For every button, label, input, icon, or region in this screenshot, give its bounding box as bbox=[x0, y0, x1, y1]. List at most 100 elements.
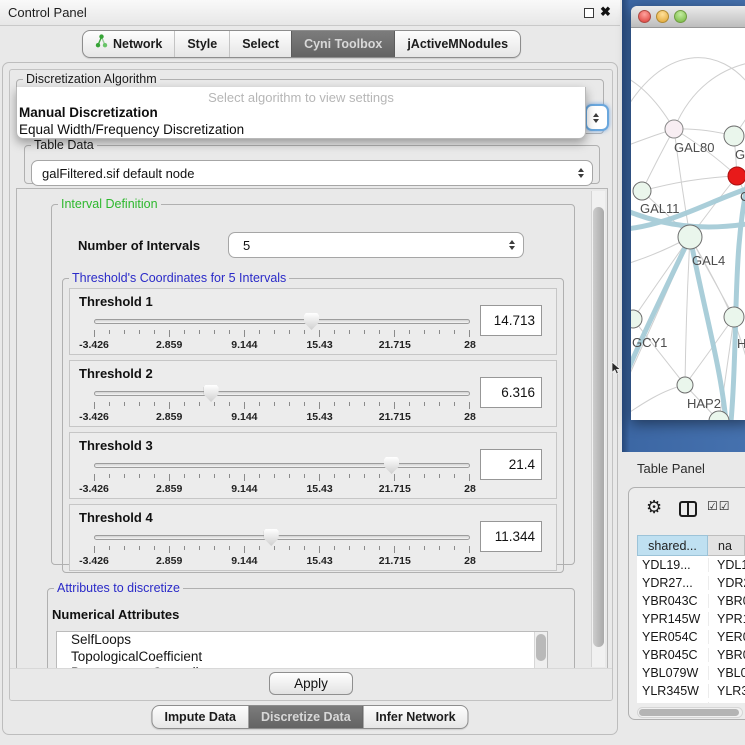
tab-style-label: Style bbox=[187, 31, 217, 58]
control-panel-titlebar: Control Panel ✖ bbox=[0, 0, 620, 26]
attributes-group-title: Attributes to discretize bbox=[54, 581, 183, 595]
close-icon[interactable]: ✖ bbox=[600, 4, 611, 20]
attributes-list-scrollbar[interactable] bbox=[534, 632, 547, 670]
network-node-label: HAP2 bbox=[687, 396, 721, 411]
table-row[interactable]: YDL19...YDL1 bbox=[637, 556, 745, 574]
threshold-2-label: Threshold 2 bbox=[79, 366, 153, 381]
tab-network[interactable]: Network bbox=[83, 31, 174, 57]
dropdown-option-equal-width[interactable]: Equal Width/Frequency Discretization bbox=[17, 121, 585, 138]
tab-select[interactable]: Select bbox=[229, 31, 291, 57]
table-row[interactable]: YPR145WYPR1 bbox=[637, 610, 745, 628]
settings-scrollpane: Interval Definition Number of Intervals … bbox=[16, 188, 608, 670]
threshold-2-slider[interactable]: -3.4262.8599.14415.4321.71528 bbox=[94, 385, 470, 425]
network-node[interactable] bbox=[633, 182, 651, 200]
threshold-3-value-field[interactable]: 21.4 bbox=[480, 449, 542, 480]
number-of-intervals-value: 5 bbox=[229, 238, 250, 253]
table-row[interactable]: YIL052CYIL0 bbox=[637, 700, 745, 703]
settings-vertical-scrollbar[interactable] bbox=[591, 191, 605, 667]
network-node[interactable] bbox=[631, 310, 642, 328]
table-data-combo[interactable]: galFiltered.sif default node bbox=[31, 160, 593, 186]
minimize-traffic-light[interactable] bbox=[656, 10, 669, 23]
slider-ticks bbox=[94, 402, 470, 410]
attribute-list-item[interactable]: TopologicalCoefficient bbox=[57, 649, 547, 666]
slider-track bbox=[94, 535, 470, 540]
slider-thumb[interactable] bbox=[304, 313, 319, 330]
tab-jactivemnodules-label: jActiveMNodules bbox=[407, 31, 508, 58]
tab-network-label: Network bbox=[113, 31, 162, 58]
slider-thumb[interactable] bbox=[384, 457, 399, 474]
slider-scale-labels: -3.4262.8599.14415.4321.71528 bbox=[94, 555, 470, 567]
top-tab-bar: Network Style Select Cyni Toolbox jActiv… bbox=[82, 30, 521, 58]
threshold-2-box: Threshold 2 -3.4262.8599.14415.4321.7152… bbox=[69, 360, 557, 427]
threshold-2-value-field[interactable]: 6.316 bbox=[480, 377, 542, 408]
dropdown-option-manual-discretization[interactable]: Manual Discretization bbox=[17, 104, 585, 121]
tab-discretize-data[interactable]: Discretize Data bbox=[248, 706, 363, 728]
column-header-shared-name[interactable]: shared... bbox=[637, 535, 708, 556]
table-row[interactable]: YBR043CYBR0 bbox=[637, 592, 745, 610]
attributes-group: Attributes to discretize Numerical Attri… bbox=[47, 581, 575, 670]
slider-thumb[interactable] bbox=[264, 529, 279, 546]
network-node[interactable] bbox=[728, 167, 745, 185]
column-layout-icon[interactable] bbox=[679, 501, 697, 517]
table-horizontal-scrollbar[interactable] bbox=[637, 707, 743, 718]
panel-title: Control Panel bbox=[8, 0, 87, 25]
tab-cyni-toolbox[interactable]: Cyni Toolbox bbox=[291, 31, 394, 57]
network-node[interactable] bbox=[665, 120, 683, 138]
table-row[interactable]: YER054CYER0 bbox=[637, 628, 745, 646]
network-node-label: GA bbox=[735, 147, 745, 162]
combo-arrows-icon bbox=[509, 240, 515, 250]
numerical-attributes-heading: Numerical Attributes bbox=[52, 607, 179, 622]
threshold-1-value-field[interactable]: 14.713 bbox=[480, 305, 542, 336]
checkbox-icons[interactable]: ☑☑ bbox=[707, 499, 731, 513]
scrollbar-thumb[interactable] bbox=[536, 634, 546, 661]
numerical-attributes-list[interactable]: SelfLoopsTopologicalCoefficientBetweenne… bbox=[56, 631, 548, 670]
table-row[interactable]: YDR27...YDR2 bbox=[637, 574, 745, 592]
tab-infer-network[interactable]: Infer Network bbox=[363, 706, 468, 728]
table-panel-region: Table Panel ⚙ ☑☑ shared... na YDL19...YD… bbox=[620, 452, 745, 745]
number-of-intervals-combo[interactable]: 5 bbox=[228, 232, 524, 258]
network-window-titlebar[interactable] bbox=[631, 6, 745, 28]
float-window-icon[interactable] bbox=[584, 8, 594, 18]
network-node[interactable] bbox=[678, 225, 702, 249]
close-traffic-light[interactable] bbox=[638, 10, 651, 23]
thresholds-group-title: Threshold's Coordinates for 5 Intervals bbox=[69, 271, 289, 285]
table-row[interactable]: YBR045CYBR0 bbox=[637, 646, 745, 664]
table-row[interactable]: YBL079WYBL0 bbox=[637, 664, 745, 682]
threshold-4-slider[interactable]: -3.4262.8599.14415.4321.71528 bbox=[94, 529, 470, 569]
zoom-traffic-light[interactable] bbox=[674, 10, 687, 23]
threshold-4-box: Threshold 4 -3.4262.8599.14415.4321.7152… bbox=[69, 504, 557, 571]
threshold-3-slider[interactable]: -3.4262.8599.14415.4321.71528 bbox=[94, 457, 470, 497]
scrollbar-thumb[interactable] bbox=[593, 207, 604, 647]
slider-ticks bbox=[94, 474, 470, 482]
slider-ticks bbox=[94, 330, 470, 338]
network-node-label: C bbox=[740, 189, 745, 204]
tab-impute-data[interactable]: Impute Data bbox=[152, 706, 248, 728]
threshold-1-box: Threshold 1 -3.4262.8599.14415.4321.7152… bbox=[69, 288, 557, 355]
tab-jactivemnodules[interactable]: jActiveMNodules bbox=[394, 31, 520, 57]
discretization-algorithm-title: Discretization Algorithm bbox=[23, 72, 160, 86]
threshold-1-slider[interactable]: -3.4262.8599.14415.4321.71528 bbox=[94, 313, 470, 353]
algorithm-combo[interactable] bbox=[585, 104, 609, 131]
column-header-name[interactable]: na bbox=[708, 535, 745, 556]
attribute-list-item[interactable]: SelfLoops bbox=[57, 632, 547, 649]
network-node[interactable] bbox=[677, 377, 693, 393]
scrollbar-thumb[interactable] bbox=[639, 709, 739, 716]
node-table-header: shared... na bbox=[637, 535, 745, 556]
thresholds-group: Threshold's Coordinates for 5 Intervals … bbox=[62, 271, 564, 573]
threshold-4-label: Threshold 4 bbox=[79, 510, 153, 525]
table-data-value: galFiltered.sif default node bbox=[32, 166, 194, 181]
network-node[interactable] bbox=[724, 126, 744, 146]
table-row[interactable]: YLR345WYLR3 bbox=[637, 682, 745, 700]
threshold-4-value-field[interactable]: 11.344 bbox=[480, 521, 542, 552]
network-window[interactable]: GAL80GACGAL11GAL4GCY1HHAP2 bbox=[631, 6, 745, 420]
tab-discretize-data-label: Discretize Data bbox=[261, 706, 351, 729]
gear-icon[interactable]: ⚙ bbox=[646, 497, 662, 518]
slider-thumb[interactable] bbox=[204, 385, 219, 402]
network-node[interactable] bbox=[724, 307, 744, 327]
node-table-rows: YDL19...YDL1YDR27...YDR2YBR043CYBR0YPR14… bbox=[637, 556, 745, 703]
tab-style[interactable]: Style bbox=[174, 31, 229, 57]
network-node-label: H bbox=[737, 336, 745, 351]
threshold-3-box: Threshold 3 -3.4262.8599.14415.4321.7152… bbox=[69, 432, 557, 499]
network-canvas[interactable]: GAL80GACGAL11GAL4GCY1HHAP2 bbox=[631, 28, 745, 420]
apply-button[interactable]: Apply bbox=[269, 672, 353, 695]
